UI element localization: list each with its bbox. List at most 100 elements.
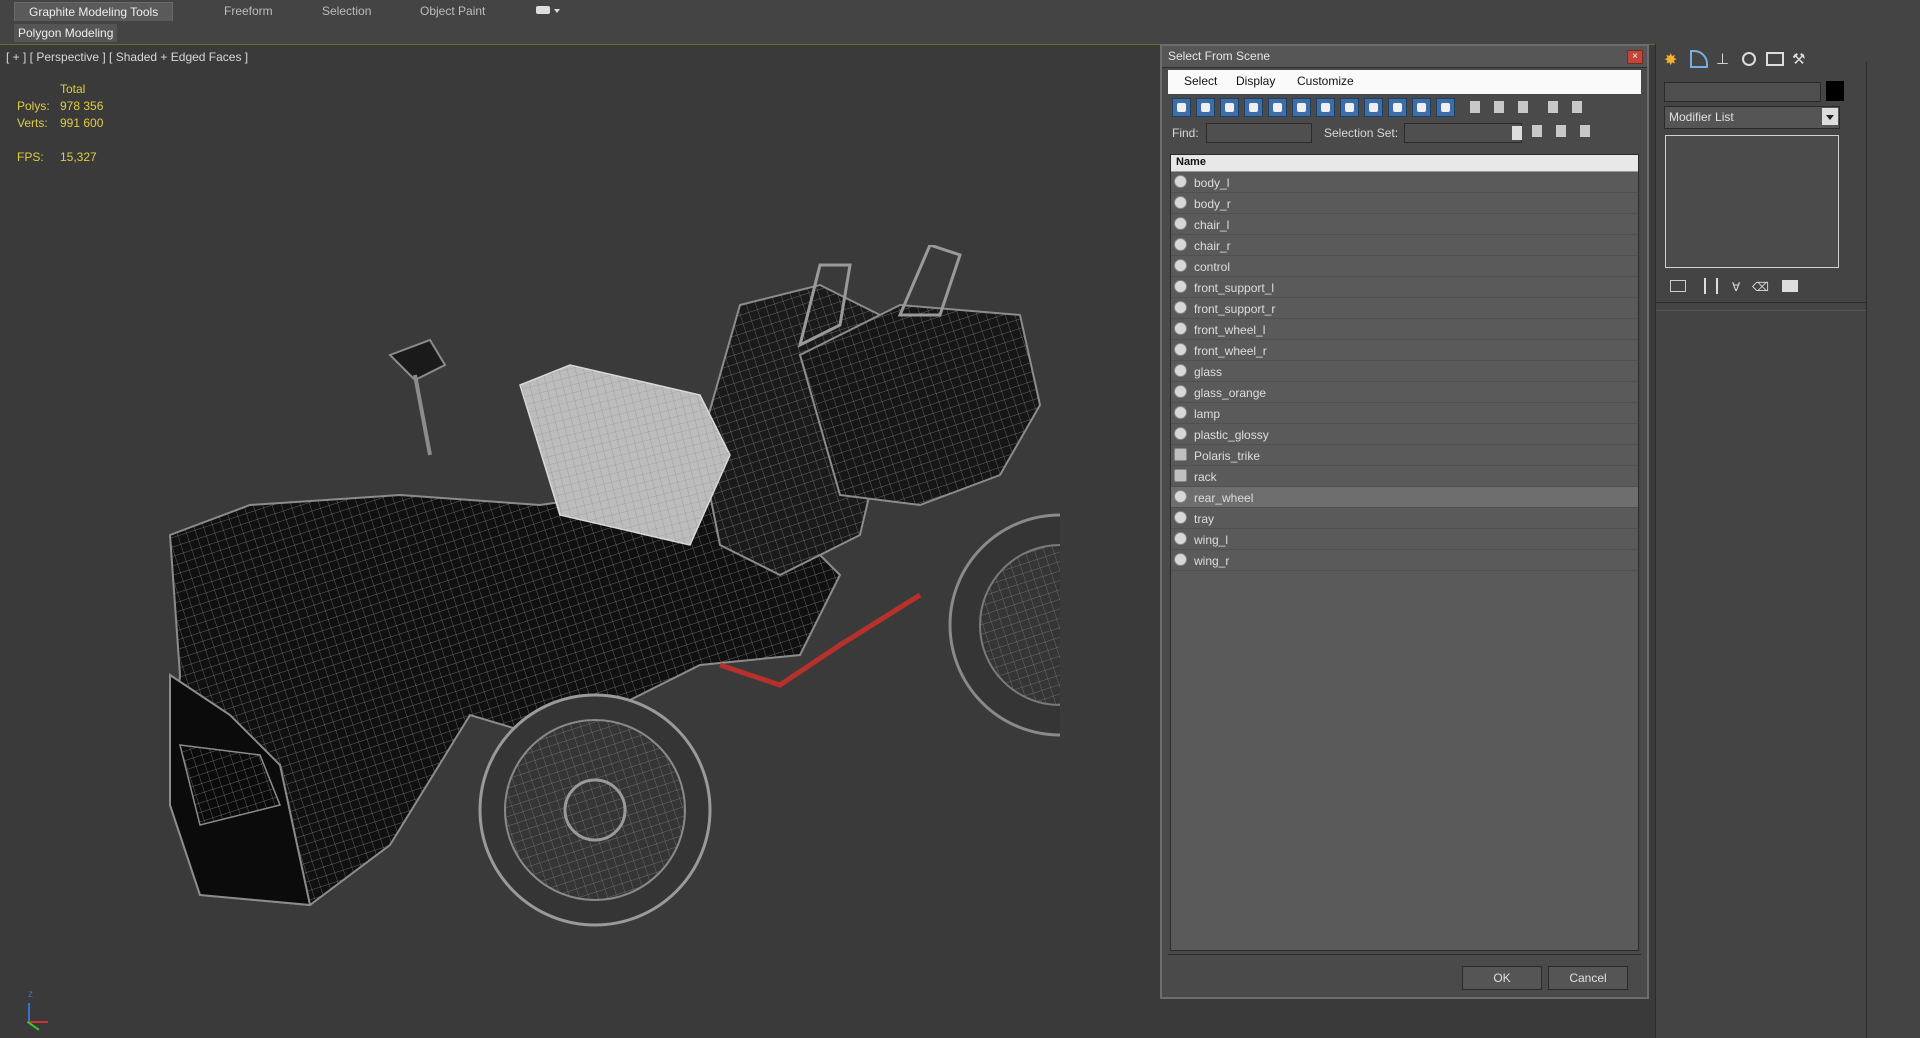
chevron-down-icon[interactable]: [1512, 126, 1522, 140]
object-icon: [1174, 280, 1187, 293]
display-groups-icon[interactable]: [1316, 98, 1335, 117]
motion-icon[interactable]: [1742, 52, 1756, 66]
display-geometry-icon[interactable]: [1172, 98, 1191, 117]
list-item[interactable]: control: [1171, 256, 1638, 277]
list-item[interactable]: wing_r: [1171, 550, 1638, 571]
scene-object-list[interactable]: Name body_l body_r chair_l chair_rcontrol fr…: [1170, 154, 1639, 951]
utilities-icon[interactable]: ⚒: [1792, 50, 1810, 68]
modifier-stack[interactable]: [1665, 135, 1839, 268]
modifier-list-dropdown[interactable]: Modifier List: [1664, 106, 1840, 129]
object-icon: [1174, 343, 1187, 356]
display-hidden-icon[interactable]: [1436, 98, 1455, 117]
list-item[interactable]: chair_r: [1171, 235, 1638, 256]
tab-graphite-modeling-tools[interactable]: Graphite Modeling Tools: [14, 2, 174, 21]
list-item-label: plastic_glossy: [1194, 428, 1269, 442]
find-row: Find: Selection Set:: [1168, 122, 1641, 144]
chevron-down-icon[interactable]: [554, 9, 560, 13]
object-icon: [1174, 175, 1187, 188]
menu-display[interactable]: Display: [1236, 74, 1275, 88]
list-item-label: chair_l: [1194, 218, 1230, 232]
show-end-result-icon[interactable]: [1704, 278, 1718, 294]
select-all-icon[interactable]: [1466, 98, 1485, 117]
list-item[interactable]: front_support_r: [1171, 298, 1638, 319]
display-shapes-icon[interactable]: [1196, 98, 1215, 117]
stats-polys-label: Polys:: [17, 99, 50, 113]
display-helpers-icon[interactable]: [1268, 98, 1287, 117]
select-invert-icon[interactable]: [1514, 98, 1533, 117]
selection-set-dropdown[interactable]: [1404, 123, 1522, 143]
make-unique-icon[interactable]: ∀: [1732, 280, 1740, 294]
display-cameras-icon[interactable]: [1244, 98, 1263, 117]
name-column-header[interactable]: Name: [1171, 155, 1638, 172]
chevron-down-icon[interactable]: [1822, 108, 1838, 125]
menu-customize[interactable]: Customize: [1297, 74, 1354, 88]
panel-divider: [1866, 62, 1867, 1038]
object-icon: [1174, 511, 1187, 524]
axis-z-label: z: [28, 989, 33, 1000]
pin-stack-icon[interactable]: [1670, 280, 1686, 292]
dialog-menu-bar: Select Display Customize: [1168, 70, 1641, 94]
trike-wireframe-model[interactable]: [140, 245, 1060, 945]
object-icon: [1174, 490, 1187, 503]
tab-selection[interactable]: Selection: [308, 2, 385, 20]
display-bones-icon[interactable]: [1364, 98, 1383, 117]
list-item[interactable]: front_wheel_l: [1171, 319, 1638, 340]
list-item[interactable]: chair_l: [1171, 214, 1638, 235]
list-item[interactable]: plastic_glossy: [1171, 424, 1638, 445]
list-item[interactable]: body_r: [1171, 193, 1638, 214]
object-icon: [1174, 364, 1187, 377]
remove-modifier-icon[interactable]: ⌫: [1752, 280, 1769, 294]
list-item[interactable]: wing_l: [1171, 529, 1638, 550]
select-none-icon[interactable]: [1490, 98, 1509, 117]
list-item[interactable]: body_l: [1171, 172, 1638, 193]
configure-modifier-sets-icon[interactable]: [1782, 280, 1798, 292]
list-item[interactable]: tray: [1171, 508, 1638, 529]
object-icon: [1174, 196, 1187, 209]
list-item[interactable]: front_wheel_r: [1171, 340, 1638, 361]
list-item[interactable]: Polaris_trike: [1171, 445, 1638, 466]
find-input[interactable]: [1206, 123, 1312, 143]
object-icon: [1174, 301, 1187, 314]
display-spacewarps-icon[interactable]: [1292, 98, 1311, 117]
viewport-label[interactable]: [ + ] [ Perspective ] [ Shaded + Edged F…: [6, 50, 248, 64]
close-icon[interactable]: ×: [1627, 50, 1643, 64]
dialog-title: Select From Scene: [1168, 49, 1271, 63]
list-item[interactable]: rear_wheel: [1171, 487, 1638, 508]
list-item-label: body_r: [1194, 197, 1231, 211]
hierarchy-icon[interactable]: ⊥: [1716, 50, 1734, 68]
list-item[interactable]: rack: [1171, 466, 1638, 487]
dialog-title-bar[interactable]: Select From Scene ×: [1162, 46, 1647, 68]
display-lights-icon[interactable]: [1220, 98, 1239, 117]
ribbon-options-icon[interactable]: [536, 6, 550, 14]
object-icon: [1174, 259, 1187, 272]
create-selection-set-icon[interactable]: [1528, 122, 1547, 141]
menu-select[interactable]: Select: [1184, 74, 1217, 88]
filter-options-icon[interactable]: [1568, 98, 1587, 117]
list-item-label: control: [1194, 260, 1231, 274]
list-item-label: chair_r: [1194, 239, 1231, 253]
polygon-modeling-panel[interactable]: Polygon Modeling: [14, 24, 118, 42]
ok-button[interactable]: OK: [1462, 966, 1542, 990]
list-item[interactable]: lamp: [1171, 403, 1638, 424]
filter-icon[interactable]: [1544, 98, 1563, 117]
stats-polys-value: 978 356: [60, 99, 104, 113]
list-item[interactable]: glass: [1171, 361, 1638, 382]
display-xrefs-icon[interactable]: [1340, 98, 1359, 117]
object-color-swatch[interactable]: [1826, 81, 1844, 101]
remove-selection-set-icon[interactable]: [1576, 122, 1595, 141]
create-icon[interactable]: ✸: [1664, 50, 1682, 69]
display-frozen-icon[interactable]: [1412, 98, 1431, 117]
name-column-label: Name: [1176, 156, 1206, 168]
tab-freeform[interactable]: Freeform: [210, 2, 287, 20]
display-containers-icon[interactable]: [1388, 98, 1407, 117]
panel-divider: [1656, 310, 1866, 311]
cancel-button[interactable]: Cancel: [1548, 966, 1628, 990]
object-name-field[interactable]: [1664, 82, 1821, 102]
object-icon: [1174, 385, 1187, 398]
list-item[interactable]: front_support_l: [1171, 277, 1638, 298]
tab-object-paint[interactable]: Object Paint: [406, 2, 499, 20]
modify-icon[interactable]: [1690, 50, 1708, 68]
edit-selection-set-icon[interactable]: [1552, 122, 1571, 141]
list-item[interactable]: glass_orange: [1171, 382, 1638, 403]
display-icon[interactable]: [1766, 52, 1784, 66]
